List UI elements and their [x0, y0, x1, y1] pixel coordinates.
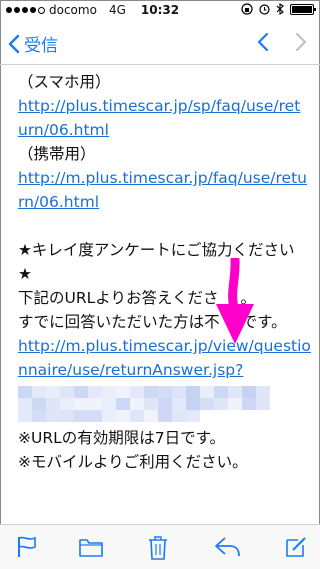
annotation-arrow-icon: [216, 258, 254, 344]
compose-icon[interactable]: [284, 535, 308, 559]
redaction-pixel: [60, 398, 74, 410]
redaction-pixel: [88, 386, 102, 398]
body-link-mobile-2[interactable]: rn/06.html: [18, 190, 308, 214]
redaction-pixel: [116, 398, 130, 410]
redaction-pixel: [228, 386, 242, 398]
body-link-sp-2[interactable]: urn/06.html: [18, 118, 308, 142]
redaction-pixel: [158, 410, 172, 422]
flag-icon[interactable]: [16, 535, 38, 559]
redaction-pixel: [60, 386, 74, 398]
message-body: （スマホ用） http://plus.timescar.jp/sp/faq/us…: [18, 70, 311, 474]
status-bar: docomo 4G 10:32: [0, 0, 320, 20]
reply-icon[interactable]: [214, 535, 242, 559]
redaction-pixel: [18, 386, 32, 398]
redaction-pixel: [130, 386, 144, 398]
redaction-pixel: [158, 386, 172, 398]
redaction-pixel: [102, 410, 116, 422]
body-line-expiry-note: ※URLの有効期限は7日です。: [18, 429, 226, 447]
redaction-pixel: [46, 398, 60, 410]
redaction-pixel: [144, 398, 158, 410]
battery-icon: [290, 3, 316, 15]
back-button-label: 受信: [24, 36, 58, 56]
redaction-pixel: [256, 398, 270, 410]
body-link-mobile-1[interactable]: http://m.plus.timescar.jp/faq/use/retu: [18, 166, 308, 190]
body-line-survey-star: ★: [18, 265, 32, 283]
redaction-pixel: [172, 398, 186, 410]
redaction-pixel: [88, 410, 102, 422]
redaction-pixel: [130, 398, 144, 410]
redaction-pixel: [214, 398, 228, 410]
redaction-pixel: [32, 386, 46, 398]
status-right: [241, 3, 316, 15]
redaction-pixel: [102, 398, 116, 410]
body-link-survey-2[interactable]: nnaire/use/returnAnswer.jsp?: [18, 358, 308, 382]
redaction-pixel: [74, 386, 88, 398]
redaction-pixel: [116, 386, 130, 398]
message-navigation: [256, 32, 308, 52]
redaction-pixel: [186, 410, 200, 422]
redaction-pixel: [172, 410, 186, 422]
body-line-already-answered: すでに回答いただいた方は不 です。: [18, 310, 308, 334]
redaction-pixel: [200, 398, 214, 410]
body-line-mobile-note: ※モバイルよりご利用ください。: [18, 453, 248, 471]
redaction-pixel: [256, 386, 270, 398]
body-link-sp-1[interactable]: http://plus.timescar.jp/sp/faq/use/ret: [18, 94, 308, 118]
redaction-pixel: [116, 410, 130, 422]
chevron-left-icon: [8, 34, 20, 53]
previous-message-button[interactable]: [256, 32, 270, 52]
redaction-pixel: [32, 410, 46, 422]
redaction-pixel: [228, 398, 242, 410]
redaction-pixel: [46, 410, 60, 422]
folder-icon[interactable]: [78, 535, 104, 559]
redaction-pixel: [74, 410, 88, 422]
body-line-mobile-heading: （携帯用）: [18, 145, 96, 163]
body-line-sp-heading: （スマホ用）: [18, 73, 111, 91]
redaction-pixel: [74, 398, 88, 410]
trash-icon[interactable]: [146, 535, 170, 561]
redacted-url-block: [18, 386, 308, 422]
redaction-pixel: [18, 410, 32, 422]
redaction-pixel: [46, 386, 60, 398]
redaction-pixel: [88, 398, 102, 410]
redaction-pixel: [144, 410, 158, 422]
bottom-toolbar: [0, 524, 320, 569]
redaction-pixel: [186, 386, 200, 398]
redaction-pixel: [242, 386, 256, 398]
already-answered-text: すでに回答いただいた方は不: [18, 313, 220, 331]
redaction-pixel: [214, 386, 228, 398]
orientation-lock-icon: [241, 3, 253, 15]
back-button[interactable]: 受信: [8, 31, 58, 56]
redaction-pixel: [242, 398, 256, 410]
bluetooth-icon: [276, 3, 284, 15]
redaction-pixel: [186, 398, 200, 410]
redaction-pixel: [60, 410, 74, 422]
redaction-pixel: [172, 386, 186, 398]
redaction-pixel: [130, 410, 144, 422]
body-line-instruction: 下記のURLよりお答えくださ。: [18, 286, 308, 310]
body-line-survey-title: ★キレイ度アンケートにご協力ください: [18, 241, 295, 259]
body-link-survey-1[interactable]: http://m.plus.timescar.jp/view/questio: [18, 334, 311, 358]
redaction-pixel: [158, 398, 172, 410]
redaction-pixel: [144, 386, 158, 398]
alarm-icon: [259, 4, 270, 15]
redaction-pixel: [200, 386, 214, 398]
redaction-pixel: [32, 398, 46, 410]
next-message-button[interactable]: [294, 32, 308, 52]
instruction-text: 下記のURLよりお答えくださ: [18, 289, 219, 307]
navigation-bar: 受信: [0, 20, 320, 65]
redaction-pixel: [18, 398, 32, 410]
redaction-pixel: [102, 386, 116, 398]
